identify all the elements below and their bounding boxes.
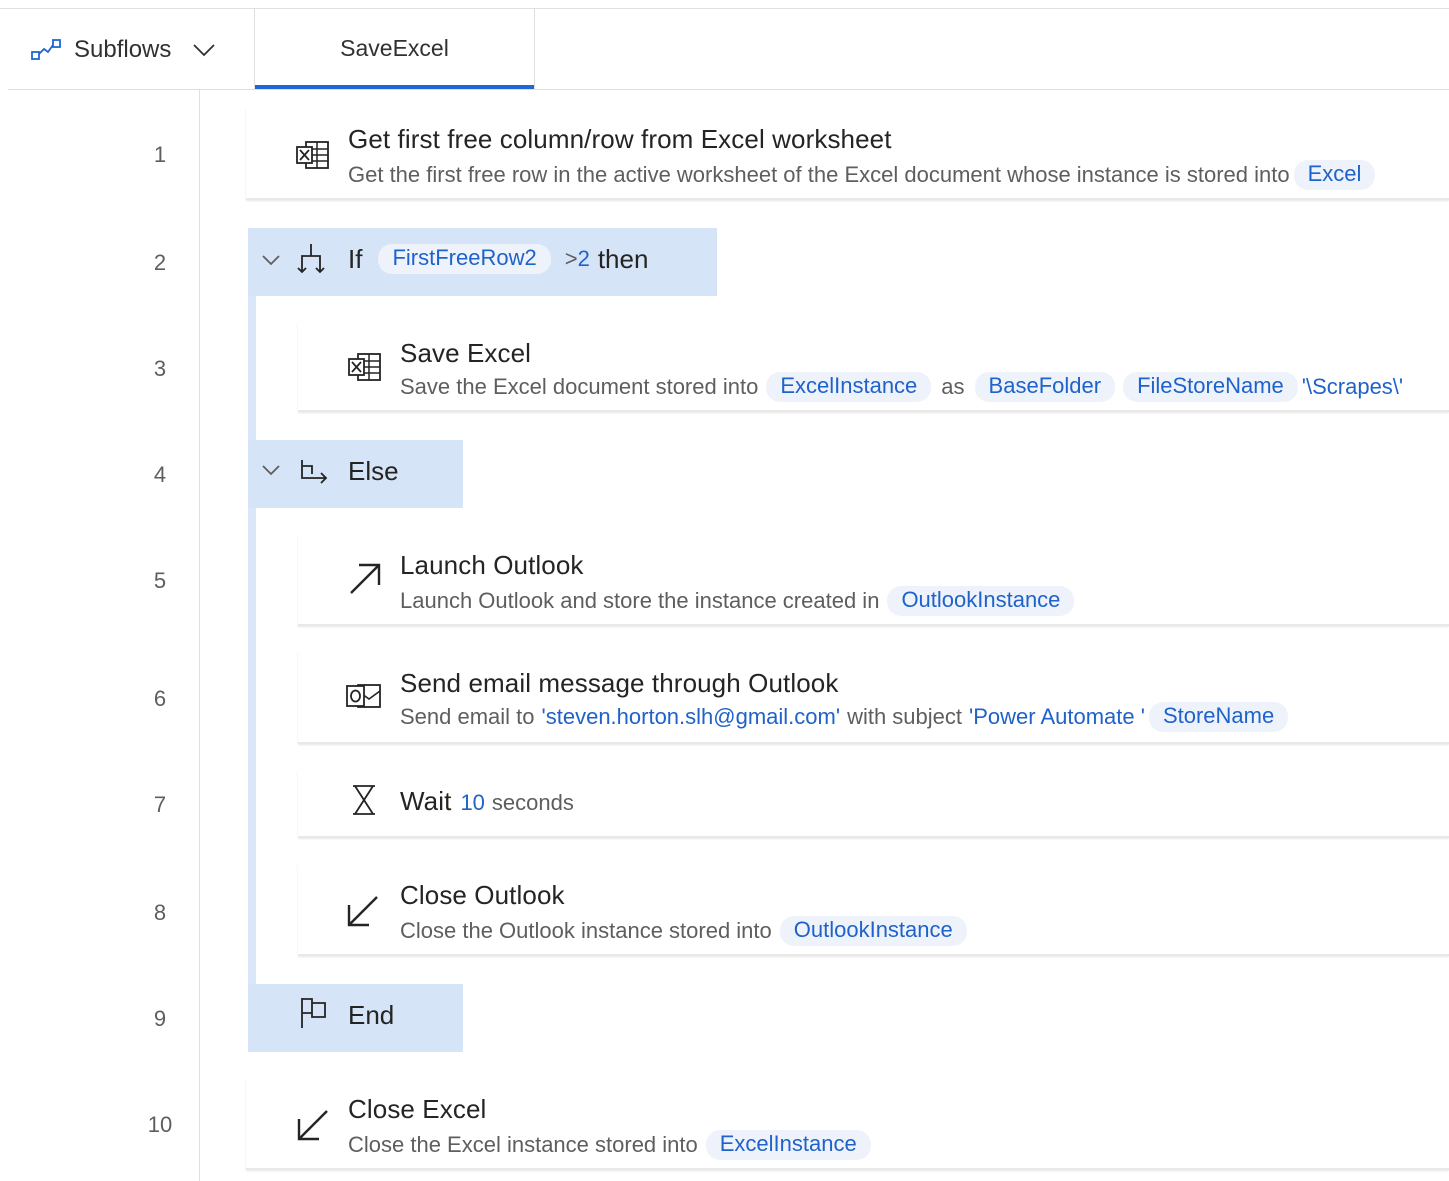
- end-keyword: End: [348, 1000, 395, 1030]
- line-number: 3: [153, 356, 167, 381]
- action-title: Save Excel: [400, 338, 532, 368]
- action-end[interactable]: End: [248, 984, 463, 1052]
- if-value: 2: [577, 246, 590, 271]
- tabbar-border: [8, 89, 1449, 90]
- action-title: Wait: [400, 786, 452, 816]
- tab-saveexcel[interactable]: SaveExcel: [255, 8, 534, 89]
- action-close-outlook[interactable]: Close Outlook Close the Outlook instance…: [298, 864, 1449, 956]
- as-text: as: [941, 374, 965, 399]
- wait-line: Wait 10 seconds: [400, 786, 574, 817]
- desc-text: Close the Excel instance stored into: [348, 1132, 698, 1157]
- desc-text: Send email to: [400, 704, 535, 729]
- subflows-label: Subflows: [74, 36, 172, 63]
- wait-unit: seconds: [491, 790, 574, 815]
- action-get-first-free-row[interactable]: Get first free column/row from Excel wor…: [246, 108, 1449, 200]
- arrow-up-right-icon: [350, 563, 381, 594]
- variable-chip[interactable]: BaseFolder: [974, 372, 1116, 402]
- line-number: 4: [153, 462, 167, 487]
- line-number: 8: [153, 900, 167, 925]
- wait-value: 10: [460, 790, 485, 815]
- variable-chip[interactable]: FileStoreName: [1123, 372, 1298, 402]
- variable-chip[interactable]: OutlookInstance: [779, 916, 967, 946]
- excel-icon: [348, 353, 381, 381]
- action-description: Close the Excel instance stored into Exc…: [348, 1130, 875, 1160]
- email-literal: 'steven.horton.slh@gmail.com': [541, 704, 841, 729]
- action-close-excel[interactable]: Close Excel Close the Excel instance sto…: [246, 1078, 1449, 1170]
- action-save-excel[interactable]: Save Excel Save the Excel document store…: [298, 322, 1449, 412]
- line-number: 1: [153, 142, 167, 167]
- subflows-dropdown[interactable]: Subflows: [30, 30, 217, 70]
- literal-text: '\Scrapes\': [1301, 374, 1404, 399]
- desc-text: Save the Excel document stored into: [400, 374, 759, 399]
- desc-text: Close the Outlook instance stored into: [400, 918, 772, 943]
- action-description: Close the Outlook instance stored into O…: [400, 916, 971, 946]
- line-number: 7: [153, 792, 167, 817]
- action-title: Close Excel: [348, 1094, 487, 1124]
- action-description: Save the Excel document stored into Exce…: [400, 372, 1403, 402]
- variable-chip[interactable]: StoreName: [1148, 702, 1289, 732]
- variable-chip[interactable]: OutlookInstance: [887, 586, 1075, 616]
- tab-label: SaveExcel: [340, 35, 449, 61]
- chevron-down-icon: [193, 44, 216, 57]
- if-block-bar: [248, 228, 256, 1051]
- action-title: Close Outlook: [400, 880, 565, 910]
- outlook-icon: [346, 684, 381, 708]
- arrow-down-left-icon: [297, 1110, 328, 1141]
- line-number: 6: [153, 686, 167, 711]
- subject-literal: 'Power Automate ': [969, 704, 1145, 729]
- line-number: 9: [153, 1006, 167, 1031]
- variable-chip[interactable]: ExcelInstance: [705, 1130, 871, 1160]
- action-else[interactable]: Else: [248, 440, 463, 508]
- variable-chip[interactable]: Excel: [1293, 160, 1376, 190]
- action-title: Launch Outlook: [400, 550, 584, 580]
- line-number: 5: [153, 568, 167, 593]
- top-border: [0, 8, 1449, 9]
- chevron-down-icon[interactable]: [260, 462, 282, 478]
- if-keyword: If: [348, 243, 363, 274]
- gutter-divider: [199, 90, 200, 1181]
- flag-icon: [301, 998, 326, 1028]
- variable-chip[interactable]: ExcelInstance: [766, 372, 932, 402]
- desc-text: Get the first free row in the active wor…: [348, 162, 1290, 187]
- line-number: 2: [153, 250, 167, 275]
- action-wait[interactable]: Wait 10 seconds: [298, 770, 1449, 838]
- excel-icon: [296, 141, 329, 169]
- with-subject-text: with subject: [847, 704, 963, 729]
- condition-icon: [297, 244, 325, 274]
- subflows-icon: [31, 39, 61, 60]
- action-title: Get first free column/row from Excel wor…: [348, 124, 892, 154]
- else-icon: [301, 460, 328, 484]
- action-if[interactable]: If FirstFreeRow2 > 2 then: [248, 228, 717, 296]
- then-keyword: then: [597, 243, 649, 274]
- hourglass-icon: [353, 785, 375, 815]
- action-title: Send email message through Outlook: [400, 668, 839, 698]
- action-description: Get the first free row in the active wor…: [348, 160, 1379, 190]
- line-number: 10: [147, 1112, 173, 1137]
- if-expression: If FirstFreeRow2 > 2 then: [348, 242, 648, 276]
- if-operator: >: [564, 246, 578, 271]
- action-description: Send email to 'steven.horton.slh@gmail.c…: [400, 702, 1292, 732]
- desc-text: Launch Outlook and store the instance cr…: [400, 588, 880, 613]
- variable-chip[interactable]: FirstFreeRow2: [378, 244, 551, 274]
- action-description: Launch Outlook and store the instance cr…: [400, 586, 1078, 616]
- chevron-down-icon[interactable]: [260, 252, 282, 268]
- else-keyword: Else: [348, 456, 399, 486]
- tab-divider-right: [534, 8, 535, 89]
- action-launch-outlook[interactable]: Launch Outlook Launch Outlook and store …: [298, 534, 1449, 626]
- arrow-down-left-icon: [347, 896, 378, 927]
- action-send-email-outlook[interactable]: Send email message through Outlook Send …: [298, 652, 1449, 744]
